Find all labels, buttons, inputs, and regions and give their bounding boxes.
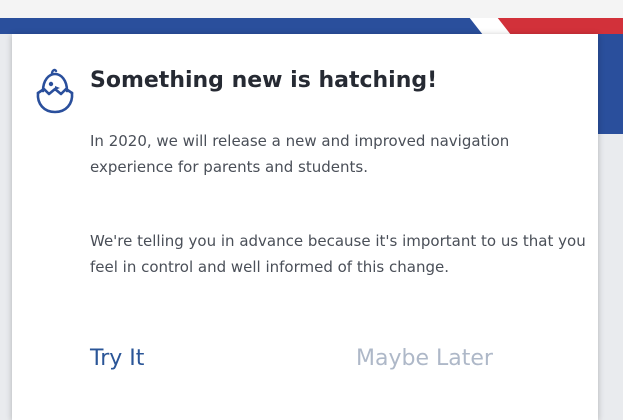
brand-stripe-red	[490, 18, 623, 34]
modal-title: Something new is hatching!	[90, 68, 438, 93]
background-panel-left	[0, 34, 12, 420]
hatching-chick-icon	[36, 68, 74, 114]
brand-stripe-blue	[0, 18, 495, 34]
modal-paragraph-advance-notice: We're telling you in advance because it'…	[90, 232, 586, 276]
background-panel-right-lower	[598, 134, 623, 420]
maybe-later-button[interactable]: Maybe Later	[356, 346, 493, 371]
announcement-modal: Something new is hatching! In 2020, we w…	[12, 34, 598, 420]
background-panel-right	[598, 34, 623, 134]
try-it-button[interactable]: Try It	[90, 346, 144, 371]
modal-paragraph-release: In 2020, we will release a new and impro…	[90, 132, 510, 176]
